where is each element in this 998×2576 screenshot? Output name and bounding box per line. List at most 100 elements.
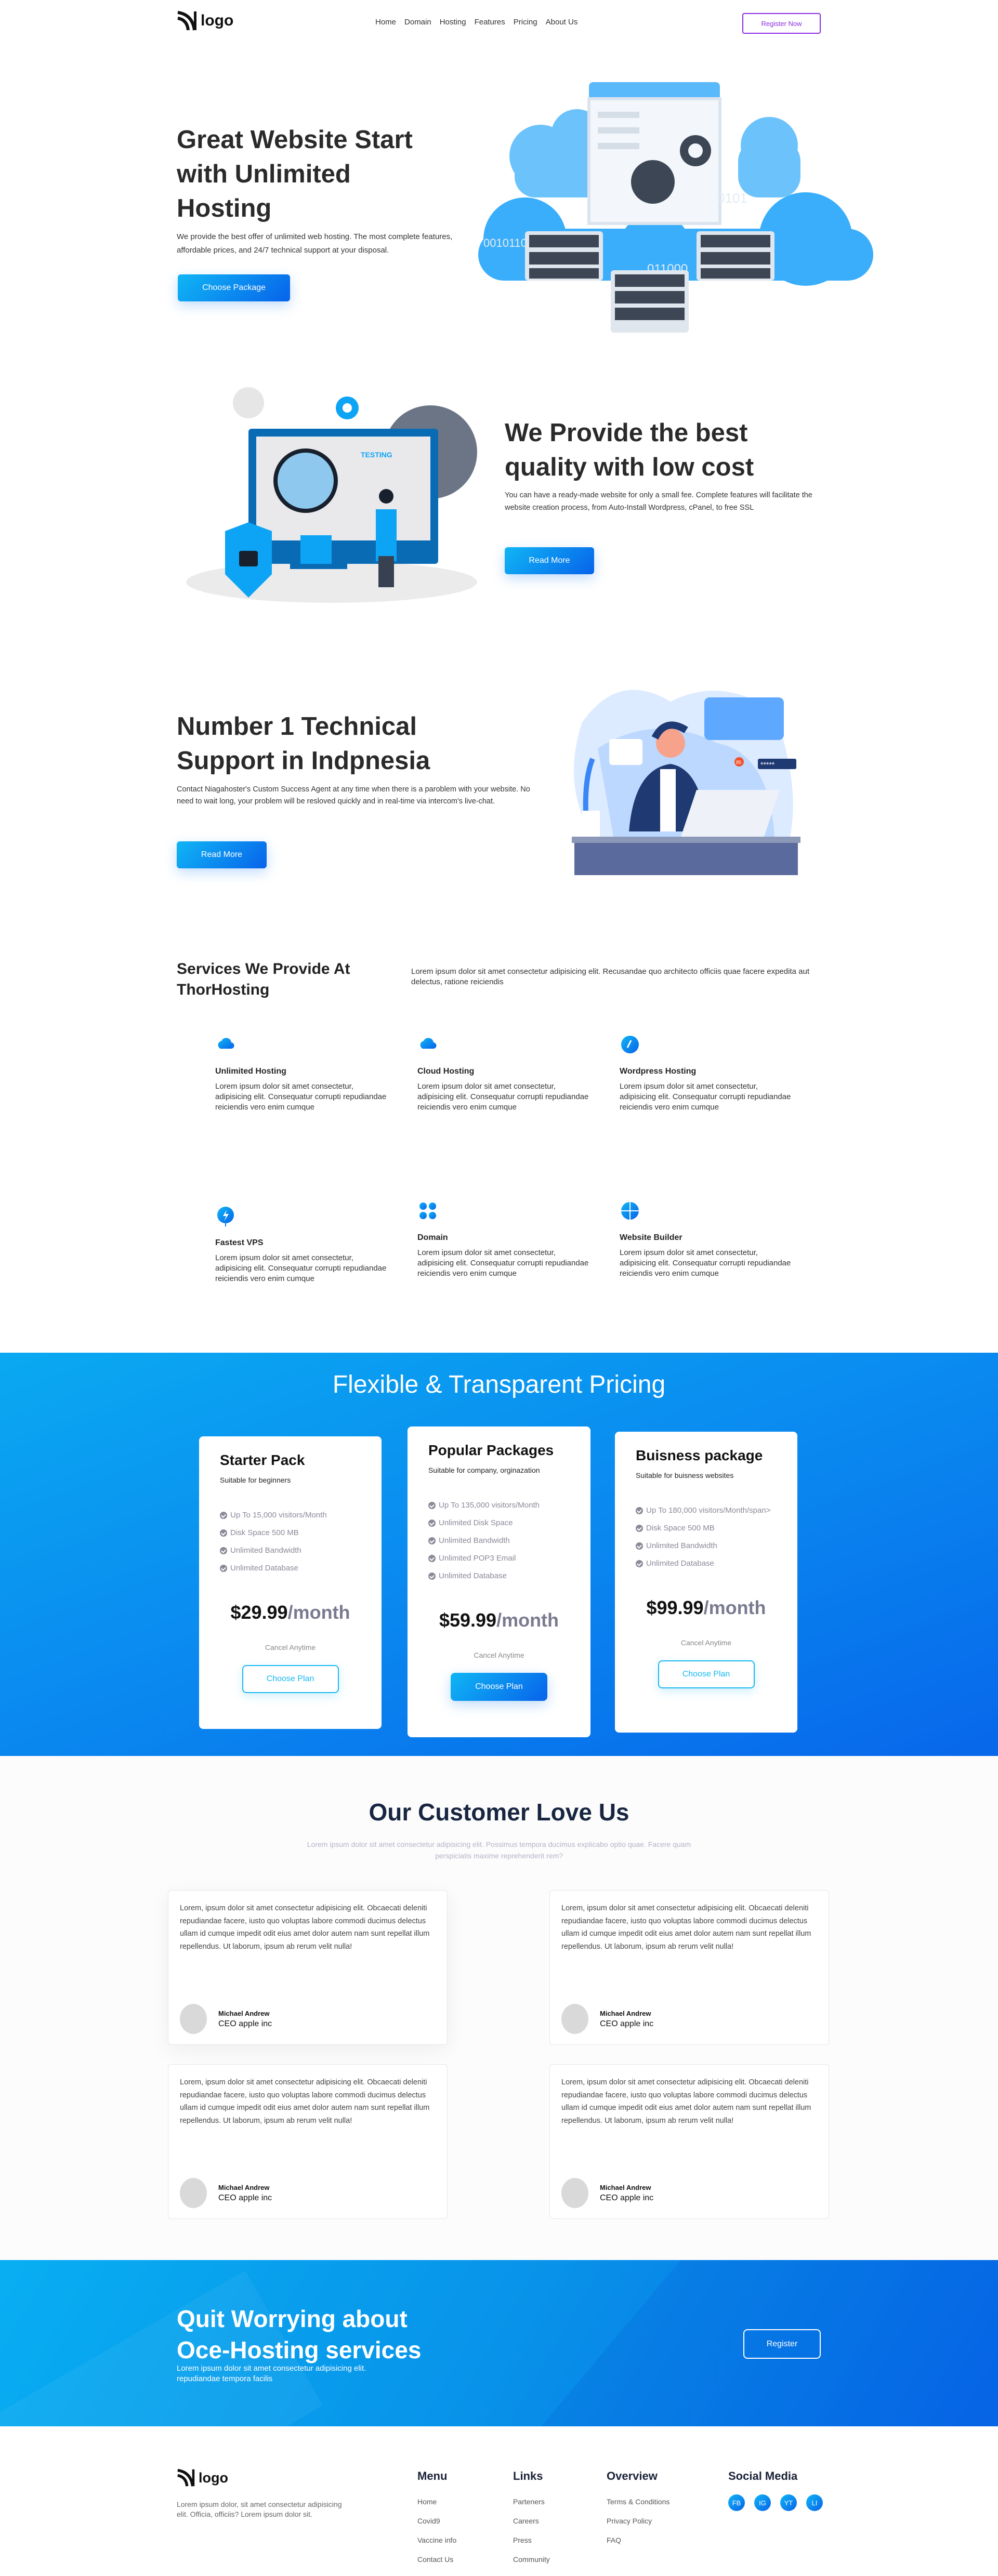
author-name: Michael Andrew xyxy=(600,2009,651,2017)
cta-register-button[interactable]: Register xyxy=(743,2329,821,2359)
plan-feature: Unlimited POP3 Email xyxy=(428,1553,570,1564)
feature-label: Unlimited Database xyxy=(230,1564,298,1573)
support-title: Number 1 Technical Support in Indpnesia xyxy=(177,712,430,775)
footer-link[interactable]: FAQ xyxy=(607,2536,669,2544)
nav-link-pricing[interactable]: Pricing xyxy=(514,18,537,27)
avatar xyxy=(180,2004,207,2034)
service-item: Unlimited Hosting Lorem ipsum dolor sit a… xyxy=(215,1034,387,1113)
footer-link[interactable]: Covid9 xyxy=(417,2517,456,2525)
check-circle-icon xyxy=(636,1507,643,1514)
plan-price: $99.99/month xyxy=(636,1597,777,1619)
cta-section xyxy=(0,2260,998,2426)
footer-link[interactable]: Vaccine info xyxy=(417,2536,456,2544)
nav-link-features[interactable]: Features xyxy=(475,18,505,27)
register-now-button[interactable]: Register Now xyxy=(742,13,821,34)
footer-link[interactable]: Contact Us xyxy=(417,2555,456,2564)
plan-subtitle: Suitable for company, orginazation xyxy=(428,1466,540,1474)
notification-badge: 85 xyxy=(736,760,741,765)
hero-title: Great Website Start with Unlimited Hosting xyxy=(177,126,413,222)
service-title: Domain xyxy=(417,1233,448,1242)
support-read-more-button[interactable]: Read More xyxy=(177,841,267,868)
footer-heading: Links xyxy=(513,2469,543,2482)
li-social-icon[interactable]: LI xyxy=(806,2494,823,2511)
testimonials-subtitle: Lorem ipsum dolor sit amet consectetur a… xyxy=(307,1840,691,1860)
nav-link-home[interactable]: Home xyxy=(375,18,396,27)
feature-label: Unlimited Bandwidth xyxy=(439,1536,510,1545)
ig-social-icon[interactable]: IG xyxy=(754,2494,771,2511)
pricing-card: Popular Packages Suitable for company, or… xyxy=(408,1426,590,1737)
service-item: Fastest VPS Lorem ipsum dolor sit amet co… xyxy=(215,1206,387,1284)
plan-feature: Up To 15,000 visitors/Month xyxy=(220,1510,361,1521)
avatar xyxy=(561,2178,588,2208)
testimonial-author: Michael Andrew CEO apple inc xyxy=(180,2178,272,2208)
fb-social-icon[interactable]: FB xyxy=(728,2494,745,2511)
footer-link[interactable]: Terms & Conditions xyxy=(607,2498,669,2506)
cloud-icon xyxy=(218,1038,234,1049)
check-circle-icon xyxy=(220,1529,227,1537)
check-circle-icon xyxy=(428,1520,436,1527)
price-period: /month xyxy=(496,1609,559,1631)
plan-feature: Unlimited Bandwidth xyxy=(220,1545,361,1556)
price-amount: $59.99 xyxy=(439,1609,497,1631)
plan-features: Up To 15,000 visitors/Month Disk Space 50… xyxy=(220,1510,361,1574)
author-name: Michael Andrew xyxy=(218,2183,270,2191)
feature-label: Unlimited Bandwidth xyxy=(646,1541,717,1550)
support-agent-illustration: ***** 85 xyxy=(572,690,800,875)
logo-icon xyxy=(177,11,196,31)
plan-price: $29.99/month xyxy=(220,1602,361,1623)
feature-label: Unlimited POP3 Email xyxy=(439,1554,516,1563)
feature-label: Unlimited Disk Space xyxy=(439,1518,513,1527)
logo[interactable]: logo xyxy=(177,10,233,31)
footer-link[interactable]: Careers xyxy=(513,2517,550,2525)
quality-read-more-button[interactable]: Read More xyxy=(505,547,594,574)
logo-text: logo xyxy=(201,12,234,29)
footer-link[interactable]: Home xyxy=(417,2498,456,2506)
testimonial-text: Lorem, ipsum dolor sit amet consectetur … xyxy=(561,1904,811,1951)
testimonials-title: Our Customer Love Us xyxy=(369,1799,629,1826)
cancel-note: Cancel Anytime xyxy=(680,1639,732,1647)
footer-link[interactable]: Community xyxy=(513,2555,550,2564)
choose-plan-button[interactable]: Choose Plan xyxy=(242,1665,339,1693)
plan-name: Popular Packages xyxy=(428,1442,554,1458)
author-role: CEO apple inc xyxy=(218,2193,272,2202)
plan-features: Up To 135,000 visitors/Month Unlimited Di… xyxy=(428,1500,570,1581)
price-period: /month xyxy=(703,1597,766,1618)
plan-price: $59.99/month xyxy=(428,1609,570,1631)
cancel-note: Cancel Anytime xyxy=(265,1643,316,1652)
nav-link-domain[interactable]: Domain xyxy=(404,18,431,27)
plan-feature: Unlimited Bandwidth xyxy=(636,1541,777,1551)
social-media-heading: Social Media xyxy=(728,2469,798,2482)
password-label: ***** xyxy=(760,760,775,769)
footer-logo[interactable]: logo xyxy=(177,2468,228,2487)
service-title: Fastest VPS xyxy=(215,1238,264,1247)
check-circle-icon xyxy=(636,1542,643,1550)
price-amount: $29.99 xyxy=(230,1602,288,1623)
footer-column-overview: Overview Terms & Conditions Privacy Policy… xyxy=(607,2469,669,2555)
author-role: CEO apple inc xyxy=(600,2193,654,2202)
testimonial-card: Lorem, ipsum dolor sit amet consectetur … xyxy=(168,2064,448,2219)
footer-column-menu: Menu Home Covid9 Vaccine info Contact Us xyxy=(417,2469,456,2574)
testimonial-author: Michael Andrew CEO apple inc xyxy=(180,2004,272,2034)
lightning-icon xyxy=(217,1207,234,1226)
choose-package-button[interactable]: Choose Package xyxy=(178,274,290,301)
plan-feature: Up To 135,000 visitors/Month xyxy=(428,1500,570,1511)
choose-plan-button[interactable]: Choose Plan xyxy=(658,1660,755,1688)
yt-social-icon[interactable]: YT xyxy=(780,2494,797,2511)
testimonial-text: Lorem, ipsum dolor sit amet consectetur … xyxy=(561,2078,811,2125)
footer-heading: Overview xyxy=(607,2469,658,2482)
check-circle-icon xyxy=(428,1573,436,1580)
choose-plan-button[interactable]: Choose Plan xyxy=(451,1673,547,1701)
service-description: Lorem ipsum dolor sit amet consectetur, … xyxy=(215,1253,387,1283)
nav-link-about-us[interactable]: About Us xyxy=(546,18,578,27)
hero-description: We provide the best offer of unlimited w… xyxy=(177,232,453,255)
service-item: Domain Lorem ipsum dolor sit amet consect… xyxy=(417,1200,589,1279)
pricing-card: Starter Pack Suitable for beginners Up To … xyxy=(199,1436,382,1729)
footer-link[interactable]: Privacy Policy xyxy=(607,2517,669,2525)
nav-link-hosting[interactable]: Hosting xyxy=(440,18,466,27)
footer-link[interactable]: Parteners xyxy=(513,2498,550,2506)
plan-feature: Disk Space 500 MB xyxy=(636,1523,777,1534)
cta-title: Quit Worrying about Oce-Hosting services xyxy=(177,2305,422,2363)
feature-label: Up To 135,000 visitors/Month xyxy=(439,1501,540,1510)
footer-link[interactable]: Press xyxy=(513,2536,550,2544)
binary-label: 0101 xyxy=(717,190,747,206)
